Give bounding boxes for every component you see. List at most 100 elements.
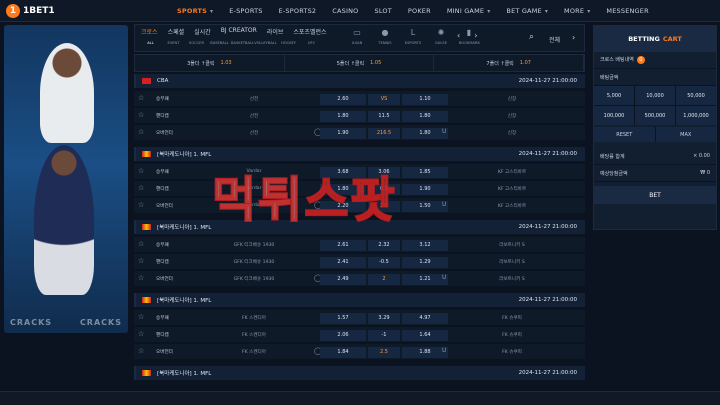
under-icon: U — [442, 274, 447, 281]
nav-messenger[interactable]: MESSENGER — [599, 0, 655, 22]
nav-slot[interactable]: SLOT — [368, 0, 399, 22]
combo-bonus-3[interactable]: 3폴더 ↑클릭 1.03 — [135, 55, 285, 71]
sport-ilsan[interactable]: ▭ ILSAN — [347, 28, 367, 45]
league-header[interactable]: [북마케도니아] 1. MFL 2024-11-27 21:00:00 — [134, 147, 585, 161]
star-icon[interactable]: ☆ — [138, 347, 144, 355]
draw-odds-button[interactable]: 2 — [368, 274, 400, 285]
star-icon[interactable]: ☆ — [138, 274, 144, 282]
logo[interactable]: 1 1BET1 — [6, 4, 55, 18]
betting-cart-title: BETTING CART — [594, 26, 716, 52]
home-odds-button[interactable]: 2.60 — [320, 94, 366, 105]
subtab-volleyball[interactable]: VOLLEYBALL — [254, 41, 277, 45]
chevron-left-icon[interactable]: ‹ — [457, 31, 460, 40]
star-icon[interactable]: ☆ — [138, 167, 144, 175]
cross-bet-history[interactable]: 크로스 배팅내역 0 — [594, 52, 716, 69]
draw-odds-button[interactable]: -0.5 — [368, 257, 400, 268]
draw-odds-button[interactable]: -1 — [368, 330, 400, 341]
subtab-event[interactable]: EVENT — [162, 41, 185, 45]
market-type: 승무패 — [156, 170, 169, 175]
chevron-right-icon[interactable]: › — [474, 31, 477, 40]
tab-sports-balance[interactable]: 스포츠벨런스 — [293, 27, 326, 36]
league-header[interactable]: CBA 2024-11-27 21:00:00 — [134, 74, 585, 88]
tab-cross[interactable]: 크로스 — [141, 27, 158, 36]
home-team: FK 스켄디아 — [241, 333, 267, 338]
home-odds-button[interactable]: 1.57 — [320, 313, 366, 324]
star-icon[interactable]: ☆ — [138, 128, 144, 136]
chevron-right-icon[interactable]: › — [572, 33, 575, 42]
amount-100000-button[interactable]: 100,000 — [594, 106, 634, 125]
under-icon: U — [442, 347, 447, 354]
amount-10000-button[interactable]: 10,000 — [635, 86, 675, 105]
away-odds-button[interactable]: 1.64 — [402, 330, 448, 341]
combo-bonus-5[interactable]: 5폴더 ↑클릭 1.05 — [285, 55, 435, 71]
star-icon[interactable]: ☆ — [138, 201, 144, 209]
odds-row: ☆ 오버언더 FK 스켄디아 ◯ 1.84 2.5 1.88 U FK 슈쿠피 — [134, 344, 585, 360]
home-odds-button[interactable]: 1.84 — [320, 347, 366, 358]
home-odds-button[interactable]: 1.80 — [320, 111, 366, 122]
league-name: [북마케도니아] 1. MFL — [157, 371, 212, 377]
nav-poker[interactable]: POKER — [401, 0, 438, 22]
nav-more[interactable]: MORE ▾ — [557, 0, 597, 22]
draw-odds-button[interactable]: 2.5 — [368, 347, 400, 358]
star-icon[interactable]: ☆ — [138, 240, 144, 248]
filter-all[interactable]: 전체 — [549, 35, 560, 44]
star-icon[interactable]: ☆ — [138, 184, 144, 192]
home-odds-button[interactable]: 2.61 — [320, 240, 366, 251]
sport-esports[interactable]: L ESPORTS — [403, 28, 423, 45]
subtab-hockey[interactable]: HOCKEY — [277, 41, 300, 45]
bet-button[interactable]: BET — [594, 186, 716, 204]
search-icon[interactable]: ⌕ — [529, 32, 534, 42]
star-icon[interactable]: ☆ — [138, 94, 144, 102]
tab-bj-creator[interactable]: BJ CREATOR — [221, 27, 257, 36]
away-odds-button[interactable]: 4.97 — [402, 313, 448, 324]
home-odds-button[interactable]: 1.90 — [320, 128, 366, 139]
star-icon[interactable]: ☆ — [138, 330, 144, 338]
away-odds-button[interactable]: 1.29 — [402, 257, 448, 268]
nav-bet-game[interactable]: BET GAME ▾ — [499, 0, 555, 22]
nav-esports[interactable]: E-SPORTS — [222, 0, 269, 22]
nav-esports2[interactable]: E-SPORTS2 — [272, 0, 324, 22]
subtab-basketball[interactable]: BASKETBALL — [231, 41, 254, 45]
sport-tennis[interactable]: ● TENNIS — [375, 28, 395, 45]
nav-casino[interactable]: CASINO — [325, 0, 365, 22]
amount-5000-button[interactable]: 5,000 — [594, 86, 634, 105]
league-header[interactable]: [북마케도니아] 1. MFL 2024-11-27 21:00:00 — [134, 293, 585, 307]
home-odds-button[interactable]: 2.49 — [320, 274, 366, 285]
subtab-all[interactable]: ALL — [139, 41, 162, 45]
amount-500000-button[interactable]: 500,000 — [635, 106, 675, 125]
logo-text: 1BET1 — [23, 6, 55, 16]
max-button[interactable]: MAX — [655, 127, 716, 142]
away-odds-button[interactable]: 1.85 — [402, 167, 448, 178]
china-flag-icon — [142, 78, 151, 84]
home-odds-button[interactable]: 2.41 — [320, 257, 366, 268]
star-icon[interactable]: ☆ — [138, 257, 144, 265]
tab-special[interactable]: 스페셜 — [168, 27, 185, 36]
promo-banner[interactable]: CRACKS CRACKS — [4, 25, 128, 333]
star-icon[interactable]: ☆ — [138, 313, 144, 321]
combo-bonus-7[interactable]: 7폴더 ↑클릭 1.07 — [434, 55, 585, 71]
sport-gulse[interactable]: ✺ GULSE — [431, 28, 451, 45]
away-odds-button[interactable]: 1.80 — [402, 111, 448, 122]
away-odds-button[interactable]: 1.10 — [402, 94, 448, 105]
draw-odds-button[interactable]: 11.5 — [368, 111, 400, 122]
nav-sports[interactable]: SPORTS ▾ — [170, 0, 220, 22]
subtab-ufc[interactable]: UFC — [300, 41, 323, 45]
league-name: [북마케도니아] 1. MFL — [157, 225, 212, 231]
away-odds-button[interactable]: 3.12 — [402, 240, 448, 251]
subtab-soccer[interactable]: SOCCER — [185, 41, 208, 45]
subtab-baseball[interactable]: BASEBALL — [208, 41, 231, 45]
draw-odds-button[interactable]: 216.5 — [368, 128, 400, 139]
tab-live[interactable]: 실시간 — [194, 27, 211, 36]
nav-mini-game[interactable]: MINI GAME ▾ — [440, 0, 498, 22]
amount-1000000-button[interactable]: 1,000,000 — [676, 106, 716, 125]
amount-50000-button[interactable]: 50,000 — [676, 86, 716, 105]
away-odds-button[interactable]: 1.90 — [402, 184, 448, 195]
home-odds-button[interactable]: 2.06 — [320, 330, 366, 341]
league-header[interactable]: [북마케도니아] 1. MFL 2024-11-27 21:00:00 — [134, 366, 585, 380]
draw-odds-button[interactable]: VS — [368, 94, 400, 105]
reset-button[interactable]: RESET — [594, 127, 655, 142]
draw-odds-button[interactable]: 2.32 — [368, 240, 400, 251]
tab-live-stream[interactable]: 라이브 — [267, 27, 284, 36]
star-icon[interactable]: ☆ — [138, 111, 144, 119]
draw-odds-button[interactable]: 3.29 — [368, 313, 400, 324]
